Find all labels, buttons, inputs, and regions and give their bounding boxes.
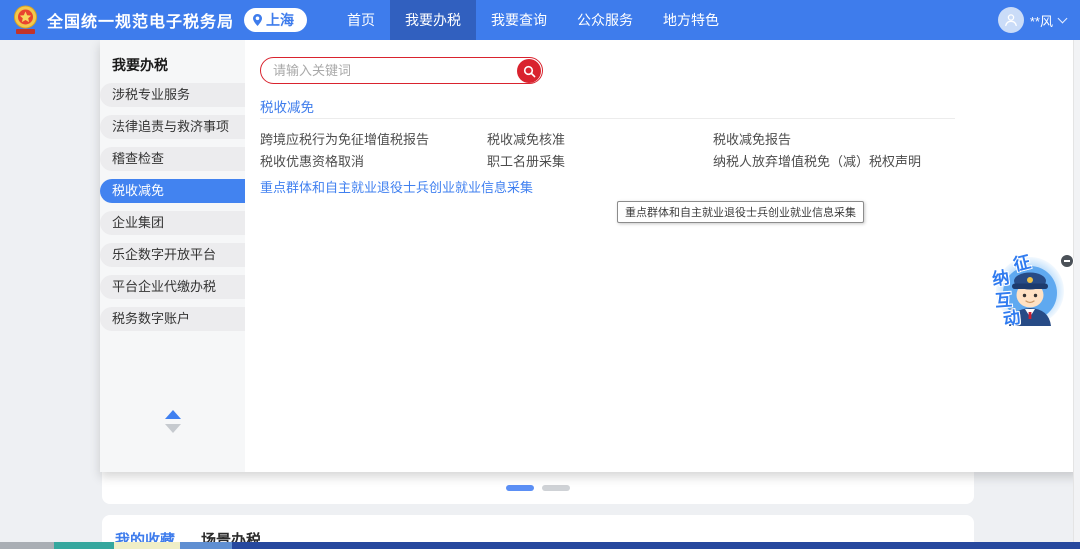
sidebar-item-legal-relief[interactable]: 法律追责与救济事项	[100, 115, 245, 139]
link-tax-reduction-approval[interactable]: 税收减免核准	[487, 129, 713, 151]
taskbar-button[interactable]	[54, 542, 114, 549]
top-header: 全国统一规范电子税务局 上海 首页 我要办税 我要查询 公众服务 地方特色	[0, 0, 1080, 40]
username: **风	[1030, 11, 1053, 30]
search-button[interactable]	[517, 59, 541, 83]
user-icon	[1003, 12, 1019, 28]
scroll-down-icon[interactable]	[165, 424, 181, 433]
os-taskbar	[0, 542, 1080, 549]
link-employee-roster-collection[interactable]: 职工名册采集	[487, 151, 713, 173]
avatar	[998, 7, 1024, 33]
app-title: 全国统一规范电子税务局	[47, 8, 234, 32]
chevron-down-icon	[1058, 13, 1068, 23]
location-pin-icon	[252, 13, 263, 27]
sidebar-item-enterprise-group[interactable]: 企业集团	[100, 211, 245, 235]
taskbar-button[interactable]	[180, 542, 232, 549]
sidebar-item-professional-services[interactable]: 涉税专业服务	[100, 83, 245, 107]
sidebar-item-platform-agency[interactable]: 平台企业代缴办税	[100, 275, 245, 299]
scroll-up-icon[interactable]	[165, 410, 181, 419]
location-selector[interactable]: 上海	[244, 8, 307, 32]
sidebar-title: 我要办税	[112, 55, 168, 75]
screen: 我的收藏 场景办税 我要办税 涉税专业服务 法律追责与救济事项 稽查检查 税收减…	[0, 0, 1080, 549]
sidebar-item-digital-account[interactable]: 税务数字账户	[100, 307, 245, 331]
taskbar-button[interactable]	[114, 542, 180, 549]
sidebar-item-tax-reduction[interactable]: 税收减免	[100, 179, 245, 203]
link-tooltip: 重点群体和自主就业退役士兵创业就业信息采集	[617, 201, 864, 223]
link-waive-vat-exemption-declaration[interactable]: 纳税人放弃增值税免（减）税权声明	[713, 151, 921, 173]
link-cross-border-vat-exempt-report[interactable]: 跨境应税行为免征增值税报告	[260, 129, 487, 151]
link-tax-reduction-report[interactable]: 税收减免报告	[713, 129, 921, 151]
sidebar-item-inspection[interactable]: 稽查检查	[100, 147, 245, 171]
nav-home[interactable]: 首页	[332, 0, 390, 40]
taskbar-button[interactable]	[0, 542, 54, 549]
pagination-dot[interactable]	[542, 485, 570, 491]
nav-local-features[interactable]: 地方特色	[648, 0, 734, 40]
search-input[interactable]	[273, 59, 503, 81]
user-menu[interactable]: **风	[998, 0, 1066, 40]
nav-tax-services[interactable]: 我要办税	[390, 0, 476, 40]
location-name: 上海	[266, 10, 294, 30]
search-icon	[523, 65, 536, 78]
main-nav: 首页 我要办税 我要查询 公众服务 地方特色	[332, 0, 734, 40]
menu-content: 税收减免 跨境应税行为免征增值税报告 税收减免核准 税收减免报告 税收优惠资格取…	[245, 40, 1080, 472]
service-links-grid: 跨境应税行为免征增值税报告 税收减免核准 税收减免报告 税收优惠资格取消 职工名…	[260, 129, 921, 173]
sidebar-item-leqi-platform[interactable]: 乐企数字开放平台	[100, 243, 245, 267]
minimize-widget-button[interactable]	[1060, 254, 1074, 268]
keyword-search-box	[260, 57, 543, 84]
mega-menu-panel: 我要办税 涉税专业服务 法律追责与救济事项 稽查检查 税收减免 企业集团 乐企数…	[100, 40, 1080, 472]
brand: 全国统一规范电子税务局 上海	[12, 0, 307, 40]
link-key-groups-veterans-employment[interactable]: 重点群体和自主就业退役士兵创业就业信息采集	[260, 177, 533, 196]
carousel-pagination	[102, 485, 974, 491]
section-title: 税收减免	[260, 96, 314, 116]
section-divider	[260, 118, 955, 119]
zhengna-hudong-widget[interactable]: 征 纳 互 动	[988, 243, 1080, 338]
nav-public-services[interactable]: 公众服务	[562, 0, 648, 40]
link-tax-preference-cancel[interactable]: 税收优惠资格取消	[260, 151, 487, 173]
pagination-dot-active[interactable]	[506, 485, 534, 491]
menu-sidebar: 我要办税 涉税专业服务 法律追责与救济事项 稽查检查 税收减免 企业集团 乐企数…	[100, 40, 245, 472]
nav-query[interactable]: 我要查询	[476, 0, 562, 40]
sidebar-scroll-controls	[100, 410, 245, 433]
tax-bureau-emblem-icon	[12, 5, 39, 35]
taskbar-strip	[232, 542, 1080, 549]
